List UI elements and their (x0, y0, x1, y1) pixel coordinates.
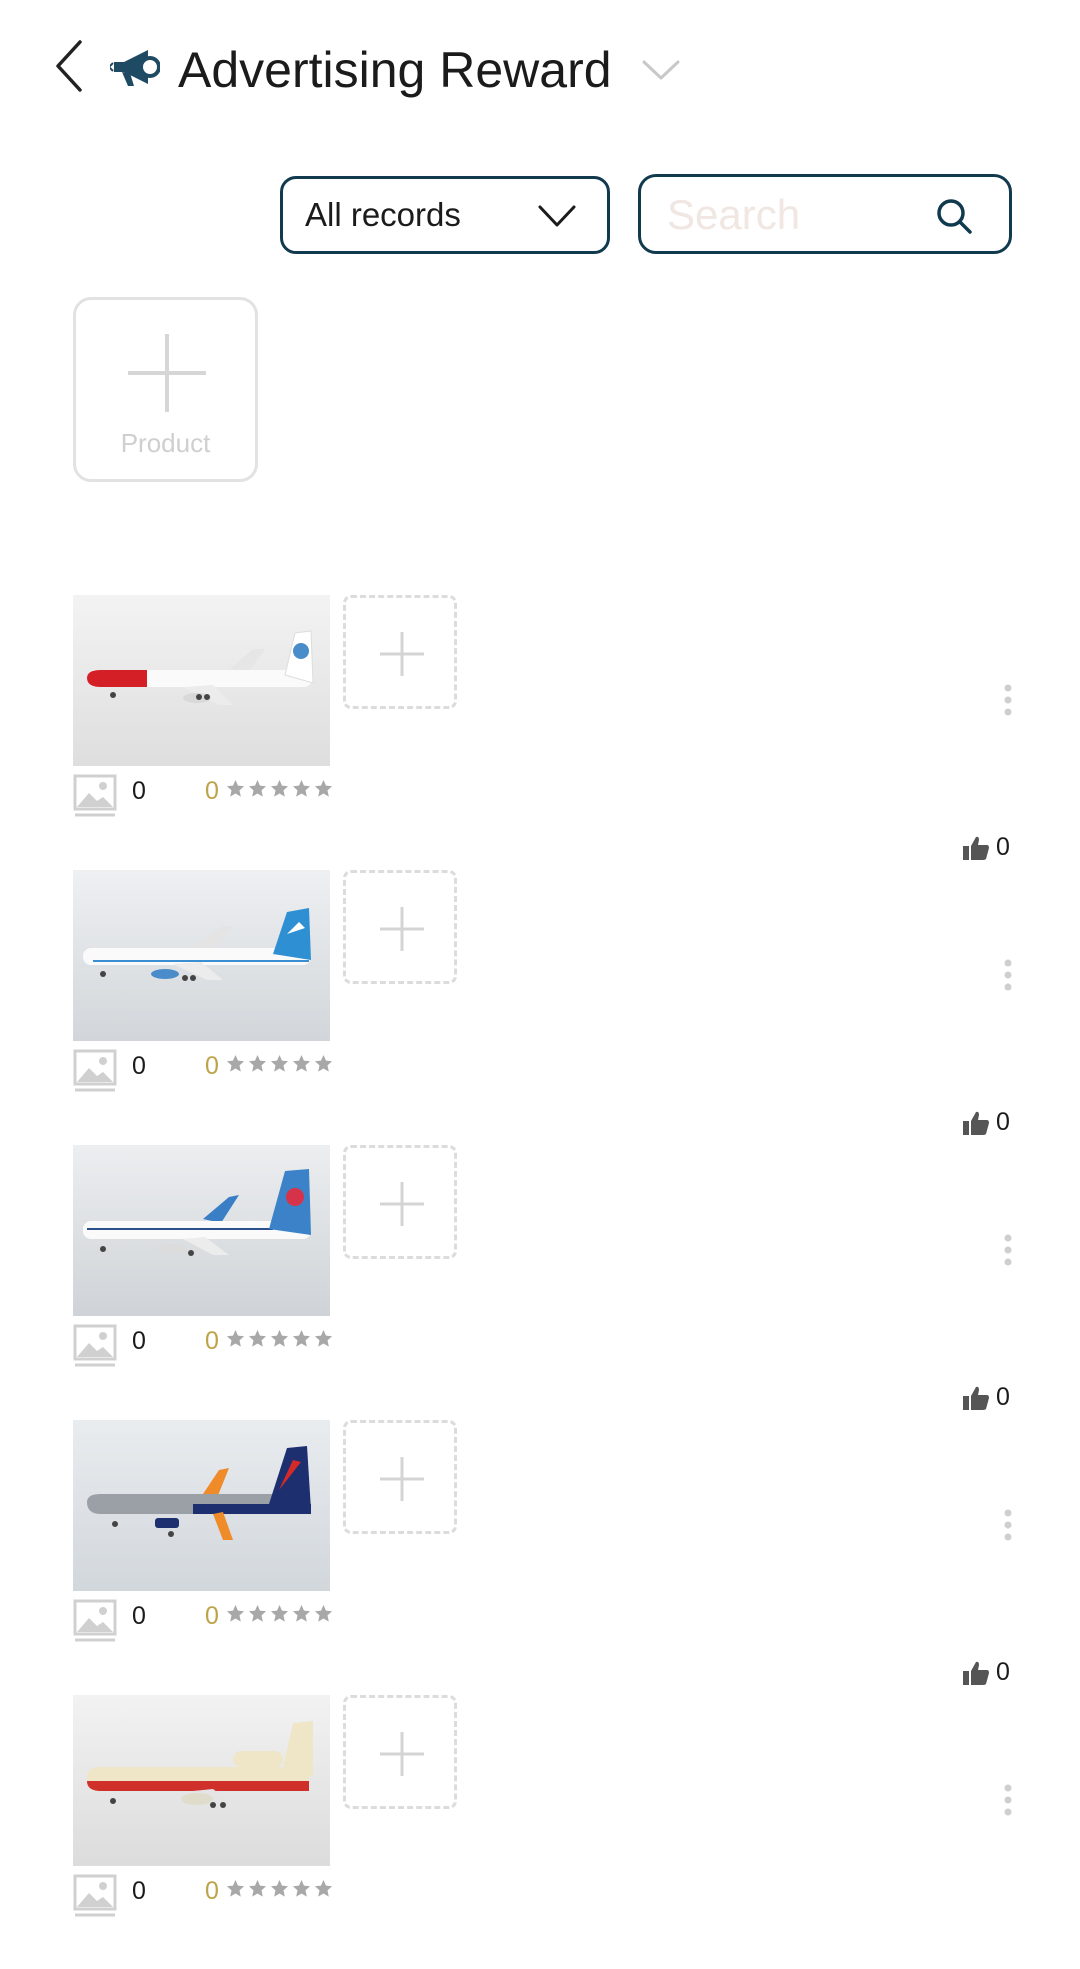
plus-icon (380, 1732, 424, 1776)
back-button[interactable] (44, 38, 94, 94)
product-row: 0 0 0 (0, 870, 1080, 1144)
image-count: 0 (132, 777, 146, 805)
star-icon (270, 1879, 289, 1897)
search-icon[interactable] (935, 197, 973, 235)
star-rating[interactable] (226, 1054, 333, 1073)
add-media-slot[interactable] (343, 1145, 457, 1259)
thumbs-up-icon (963, 1661, 989, 1685)
plus-icon (380, 632, 424, 676)
more-options-icon[interactable] (994, 1230, 1022, 1270)
star-icon (248, 779, 267, 797)
like-button[interactable]: 0 (962, 1658, 1010, 1687)
more-options-icon[interactable] (994, 955, 1022, 995)
star-rating[interactable] (226, 779, 333, 798)
star-icon (314, 1879, 333, 1897)
star-icon (270, 1604, 289, 1622)
star-icon (248, 1604, 267, 1622)
add-media-slot[interactable] (343, 595, 457, 709)
app-header: Advertising Reward (0, 0, 1080, 140)
star-icon (270, 779, 289, 797)
star-icon (292, 1054, 311, 1072)
star-icon (270, 1054, 289, 1072)
star-icon (292, 1879, 311, 1897)
image-icon (73, 1874, 117, 1917)
image-icon (73, 774, 117, 817)
star-icon (226, 1604, 245, 1622)
product-thumbnail[interactable] (73, 870, 330, 1041)
image-count: 0 (132, 1877, 146, 1905)
add-product-button[interactable]: Product (73, 297, 258, 482)
star-icon (292, 1604, 311, 1622)
product-thumbnail[interactable] (73, 1145, 330, 1316)
rating-value: 0 (205, 1877, 219, 1905)
search-input[interactable] (667, 187, 927, 243)
more-options-icon[interactable] (994, 1505, 1022, 1545)
product-thumbnail[interactable] (73, 1420, 330, 1591)
star-rating[interactable] (226, 1879, 333, 1898)
star-icon (314, 1604, 333, 1622)
like-count: 0 (996, 1658, 1010, 1686)
like-button[interactable]: 0 (962, 833, 1010, 862)
like-button[interactable]: 0 (962, 1383, 1010, 1412)
star-icon (226, 1054, 245, 1072)
thumbs-up-icon (963, 1111, 989, 1135)
product-row: 0 0 0 (0, 1145, 1080, 1419)
chevron-down-icon[interactable] (640, 52, 682, 88)
star-icon (248, 1879, 267, 1897)
product-thumbnail[interactable] (73, 595, 330, 766)
rating-value: 0 (205, 1327, 219, 1355)
more-options-icon[interactable] (994, 1780, 1022, 1820)
star-icon (270, 1329, 289, 1347)
star-icon (226, 1329, 245, 1347)
more-options-icon[interactable] (994, 680, 1022, 720)
records-filter-value: All records (305, 196, 461, 233)
search-box (638, 174, 1012, 254)
page-title: Advertising Reward (178, 42, 612, 98)
star-icon (292, 1329, 311, 1347)
star-icon (248, 1329, 267, 1347)
add-media-slot[interactable] (343, 1695, 457, 1809)
star-icon (314, 1054, 333, 1072)
product-row: 0 0 (0, 1695, 1080, 1969)
plus-icon (380, 1457, 424, 1501)
megaphone-icon (110, 50, 160, 86)
rating-value: 0 (205, 1052, 219, 1080)
like-count: 0 (996, 1108, 1010, 1136)
star-icon (314, 1329, 333, 1347)
rating-value: 0 (205, 777, 219, 805)
rating-value: 0 (205, 1602, 219, 1630)
image-count: 0 (132, 1327, 146, 1355)
chevron-left-icon (56, 40, 82, 92)
image-icon (73, 1049, 117, 1092)
image-count: 0 (132, 1602, 146, 1630)
star-icon (292, 779, 311, 797)
plus-icon (380, 1182, 424, 1226)
product-row: 0 0 0 (0, 1420, 1080, 1694)
product-row: 0 0 0 (0, 595, 1080, 869)
star-icon (248, 1054, 267, 1072)
chevron-down-icon (538, 205, 576, 227)
like-count: 0 (996, 1383, 1010, 1411)
plus-icon (128, 334, 206, 412)
star-icon (314, 779, 333, 797)
thumbs-up-icon (963, 1386, 989, 1410)
product-thumbnail[interactable] (73, 1695, 330, 1866)
star-rating[interactable] (226, 1604, 333, 1623)
add-media-slot[interactable] (343, 1420, 457, 1534)
star-icon (226, 1879, 245, 1897)
image-icon (73, 1324, 117, 1367)
star-icon (226, 779, 245, 797)
add-product-label: Product (120, 428, 211, 458)
star-rating[interactable] (226, 1329, 333, 1348)
plus-icon (380, 907, 424, 951)
like-count: 0 (996, 833, 1010, 861)
image-icon (73, 1599, 117, 1642)
thumbs-up-icon (963, 836, 989, 860)
image-count: 0 (132, 1052, 146, 1080)
records-filter-select[interactable]: All records (280, 176, 610, 254)
add-media-slot[interactable] (343, 870, 457, 984)
like-button[interactable]: 0 (962, 1108, 1010, 1137)
